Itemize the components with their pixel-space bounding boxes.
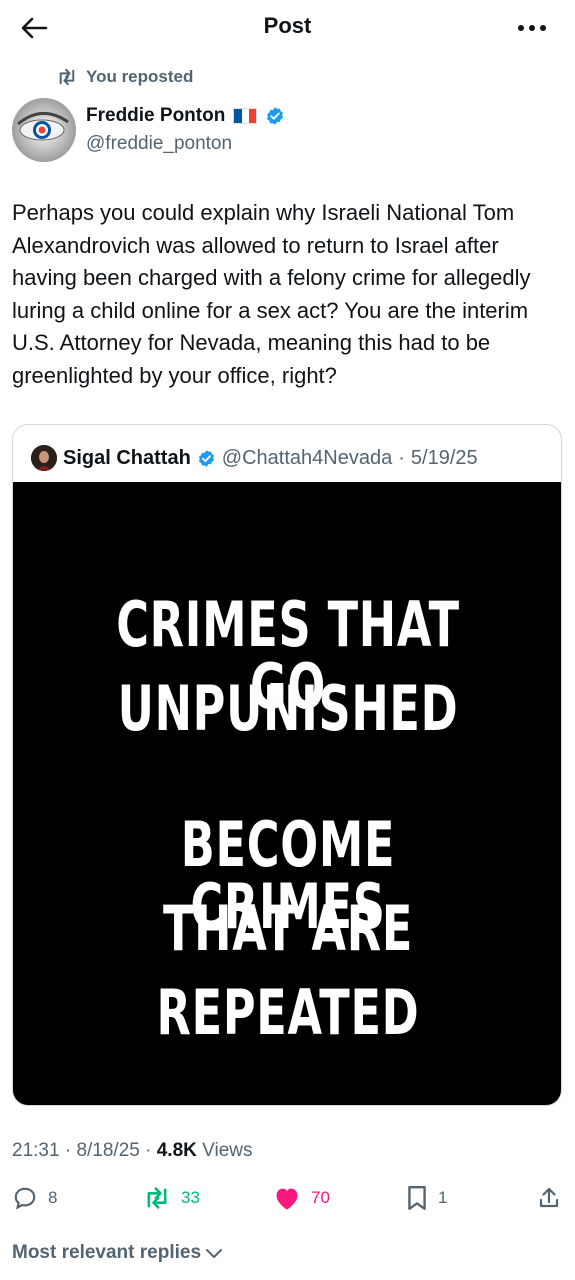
share-icon [539,1187,559,1208]
post-text: Perhaps you could explain why Israeli Na… [12,200,531,388]
page-title: Post [263,13,312,38]
views-count[interactable]: 4.8K [157,1140,197,1161]
repost-indicator: You reposted [56,65,193,89]
quote-author-name: Sigal Chattah [63,446,191,469]
quote-image[interactable]: CRIMES THAT GO UNPUNISHED BECOME CRIMES … [13,482,561,1105]
post-date: 8/18/25 [76,1140,140,1161]
quote-date: 5/19/25 [410,446,478,469]
author-handle[interactable]: @freddie_ponton [86,133,232,155]
france-flag-icon [233,108,258,124]
repost-count: 33 [181,1188,200,1207]
more-options-button[interactable] [508,10,556,46]
repost-label: You reposted [86,67,194,86]
like-button[interactable]: 70 [273,1180,330,1216]
reply-icon [14,1187,36,1210]
repost-icon [147,1187,167,1209]
like-count: 70 [311,1188,330,1207]
quote-author-handle: @Chattah4Nevada [221,446,393,469]
verified-badge-icon [267,107,284,125]
meta-separator: · [64,1140,72,1161]
author-avatar[interactable] [12,98,76,162]
bookmark-icon [408,1185,426,1211]
image-text-line: UNPUNISHED [117,672,459,745]
quote-header: Sigal Chattah @Chattah4Nevada · 5/19/25 [31,445,478,471]
bookmark-button[interactable]: 1 [406,1180,447,1216]
meta-separator: · [145,1140,152,1161]
quote-separator: · [398,446,405,469]
post-time: 21:31 [12,1140,60,1161]
author-name[interactable]: Freddie Ponton [86,105,285,127]
repost-button[interactable]: 33 [143,1180,200,1216]
repost-icon [59,68,75,86]
reply-button[interactable]: 8 [12,1180,57,1216]
quoted-post[interactable]: Sigal Chattah @Chattah4Nevada · 5/19/25 … [12,424,562,1106]
action-bar: 8 33 70 1 [0,1180,575,1216]
author-name-text: Freddie Ponton [86,105,226,126]
share-button[interactable] [537,1180,561,1216]
bookmark-count: 1 [438,1188,448,1207]
verified-badge-icon [198,449,214,467]
post-meta: 21:31 · 8/18/25 · 4.8K Views [12,1140,253,1162]
more-horizontal-icon [518,25,546,31]
heart-icon [276,1188,298,1210]
image-text-line: REPEATED [156,976,420,1049]
replies-sort-label: Most relevant replies [12,1242,202,1263]
chevron-down-icon [206,1249,223,1258]
reply-count: 8 [48,1188,58,1207]
views-label: Views [202,1140,253,1161]
image-text-line: THAT ARE [162,892,414,965]
quote-avatar [31,445,57,471]
replies-sort-dropdown[interactable]: Most relevant replies [12,1242,223,1264]
